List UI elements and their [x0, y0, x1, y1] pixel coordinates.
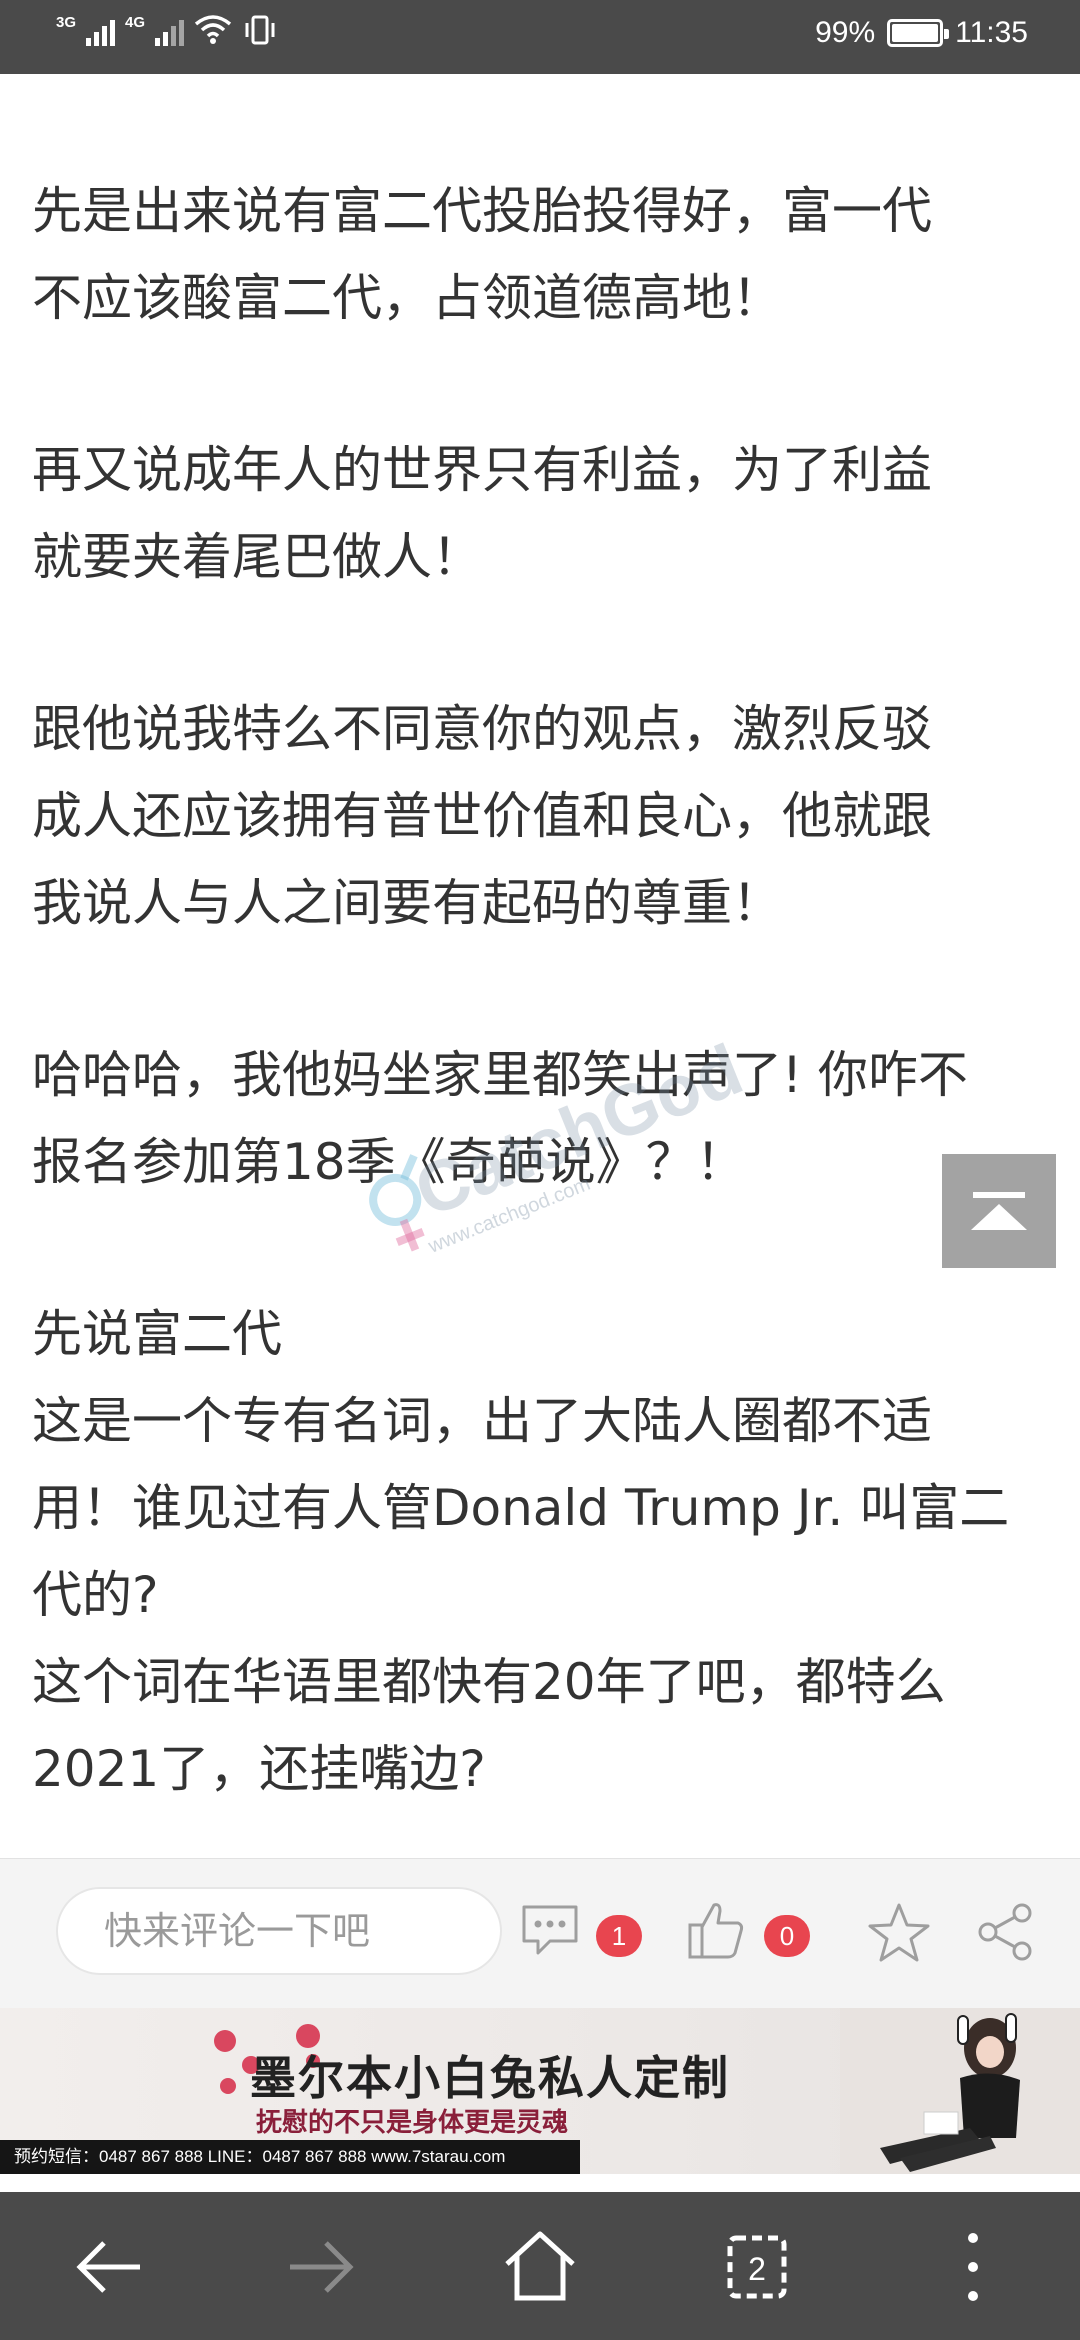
star-icon [868, 1903, 930, 1962]
battery-percent: 99% [815, 16, 876, 49]
vibrate-icon [245, 15, 275, 45]
comments-button[interactable] [520, 1903, 580, 1963]
ad-subtitle: 抚慰的不只是身体更是灵魂 [256, 2108, 569, 2138]
share-icon [978, 1903, 1032, 1961]
wifi-icon [194, 15, 232, 44]
share-button[interactable] [974, 1901, 1036, 1967]
status-icons-left: 3G 4G [56, 14, 278, 46]
menu-button[interactable] [928, 2222, 1018, 2312]
clock: 11:35 [955, 16, 1028, 49]
ad-banner[interactable]: 墨尔本小白兔私人定制 抚慰的不只是身体更是灵魂 预约短信：0487 867 88… [0, 2008, 1080, 2174]
comment-count-badge: 1 [596, 1915, 642, 1957]
back-arrow-icon [76, 2241, 140, 2293]
home-icon [505, 2231, 575, 2301]
article-paragraph: 先说富二代 这是一个专有名词，出了大陆人圈都不适 用！谁见过有人管Donald … [32, 1305, 1010, 1798]
ad-title: 墨尔本小白兔私人定制 [250, 2051, 730, 2105]
ad-contact-info: 预约短信：0487 867 888 LINE：0487 867 888 www.… [0, 2140, 580, 2174]
tabs-icon: 2 [727, 2235, 787, 2299]
article-paragraph: 先是出来说有富二代投胎投得好，富一代 不应该酸富二代，占领道德高地！ [32, 182, 932, 327]
svg-text:2: 2 [748, 2251, 766, 2287]
ad-model-image [840, 2008, 1080, 2174]
forward-button[interactable] [278, 2222, 368, 2312]
signal-3g-label: 3G [56, 14, 77, 31]
favorite-button[interactable] [866, 1901, 932, 1969]
flower-decoration [214, 2030, 236, 2052]
signal-4g-icon: 4G [125, 14, 184, 46]
comment-input[interactable]: 快来评论一下吧 [56, 1887, 502, 1975]
status-icons-right: 99% 11:35 [815, 16, 1028, 50]
like-count-badge: 0 [764, 1915, 810, 1957]
back-button[interactable] [62, 2222, 152, 2312]
article-paragraph: 哈哈哈，我他妈坐家里都笑出声了! 你咋不 报名参加第18季《奇葩说》？！ [32, 1046, 968, 1191]
article-paragraph: 跟他说我特么不同意你的观点，激烈反驳 成人还应该拥有普世价值和良心，他就跟 我说… [32, 700, 932, 932]
forward-arrow-icon [290, 2241, 354, 2293]
browser-nav-bar: 2 [0, 2192, 1080, 2340]
back-to-top-button[interactable] [942, 1154, 1056, 1268]
article-paragraph: 再又说成年人的世界只有利益，为了利益 就要夹着尾巴做人！ [32, 441, 932, 586]
tabs-button[interactable]: 2 [712, 2222, 802, 2312]
clipped-text-strip [0, 1994, 1080, 2008]
back-to-top-icon [973, 1192, 1025, 1198]
battery-icon [887, 19, 950, 47]
signal-4g-label: 4G [125, 14, 146, 31]
status-bar: 3G 4G 99% 11:35 [0, 0, 1080, 74]
clipped-text-strip-bottom [0, 2174, 1080, 2192]
home-button[interactable] [495, 2222, 585, 2312]
comment-bubble-icon [522, 1905, 578, 1955]
article-body: 先是出来说有富二代投胎投得好，富一代 不应该酸富二代，占领道德高地！ 再又说成年… [32, 168, 1052, 1898]
like-button[interactable] [686, 1899, 746, 1965]
comment-bar: 快来评论一下吧 1 0 [0, 1858, 1080, 2008]
signal-3g-icon: 3G [56, 14, 115, 46]
thumbs-up-icon [688, 1903, 744, 1959]
more-vertical-icon [968, 2233, 978, 2301]
